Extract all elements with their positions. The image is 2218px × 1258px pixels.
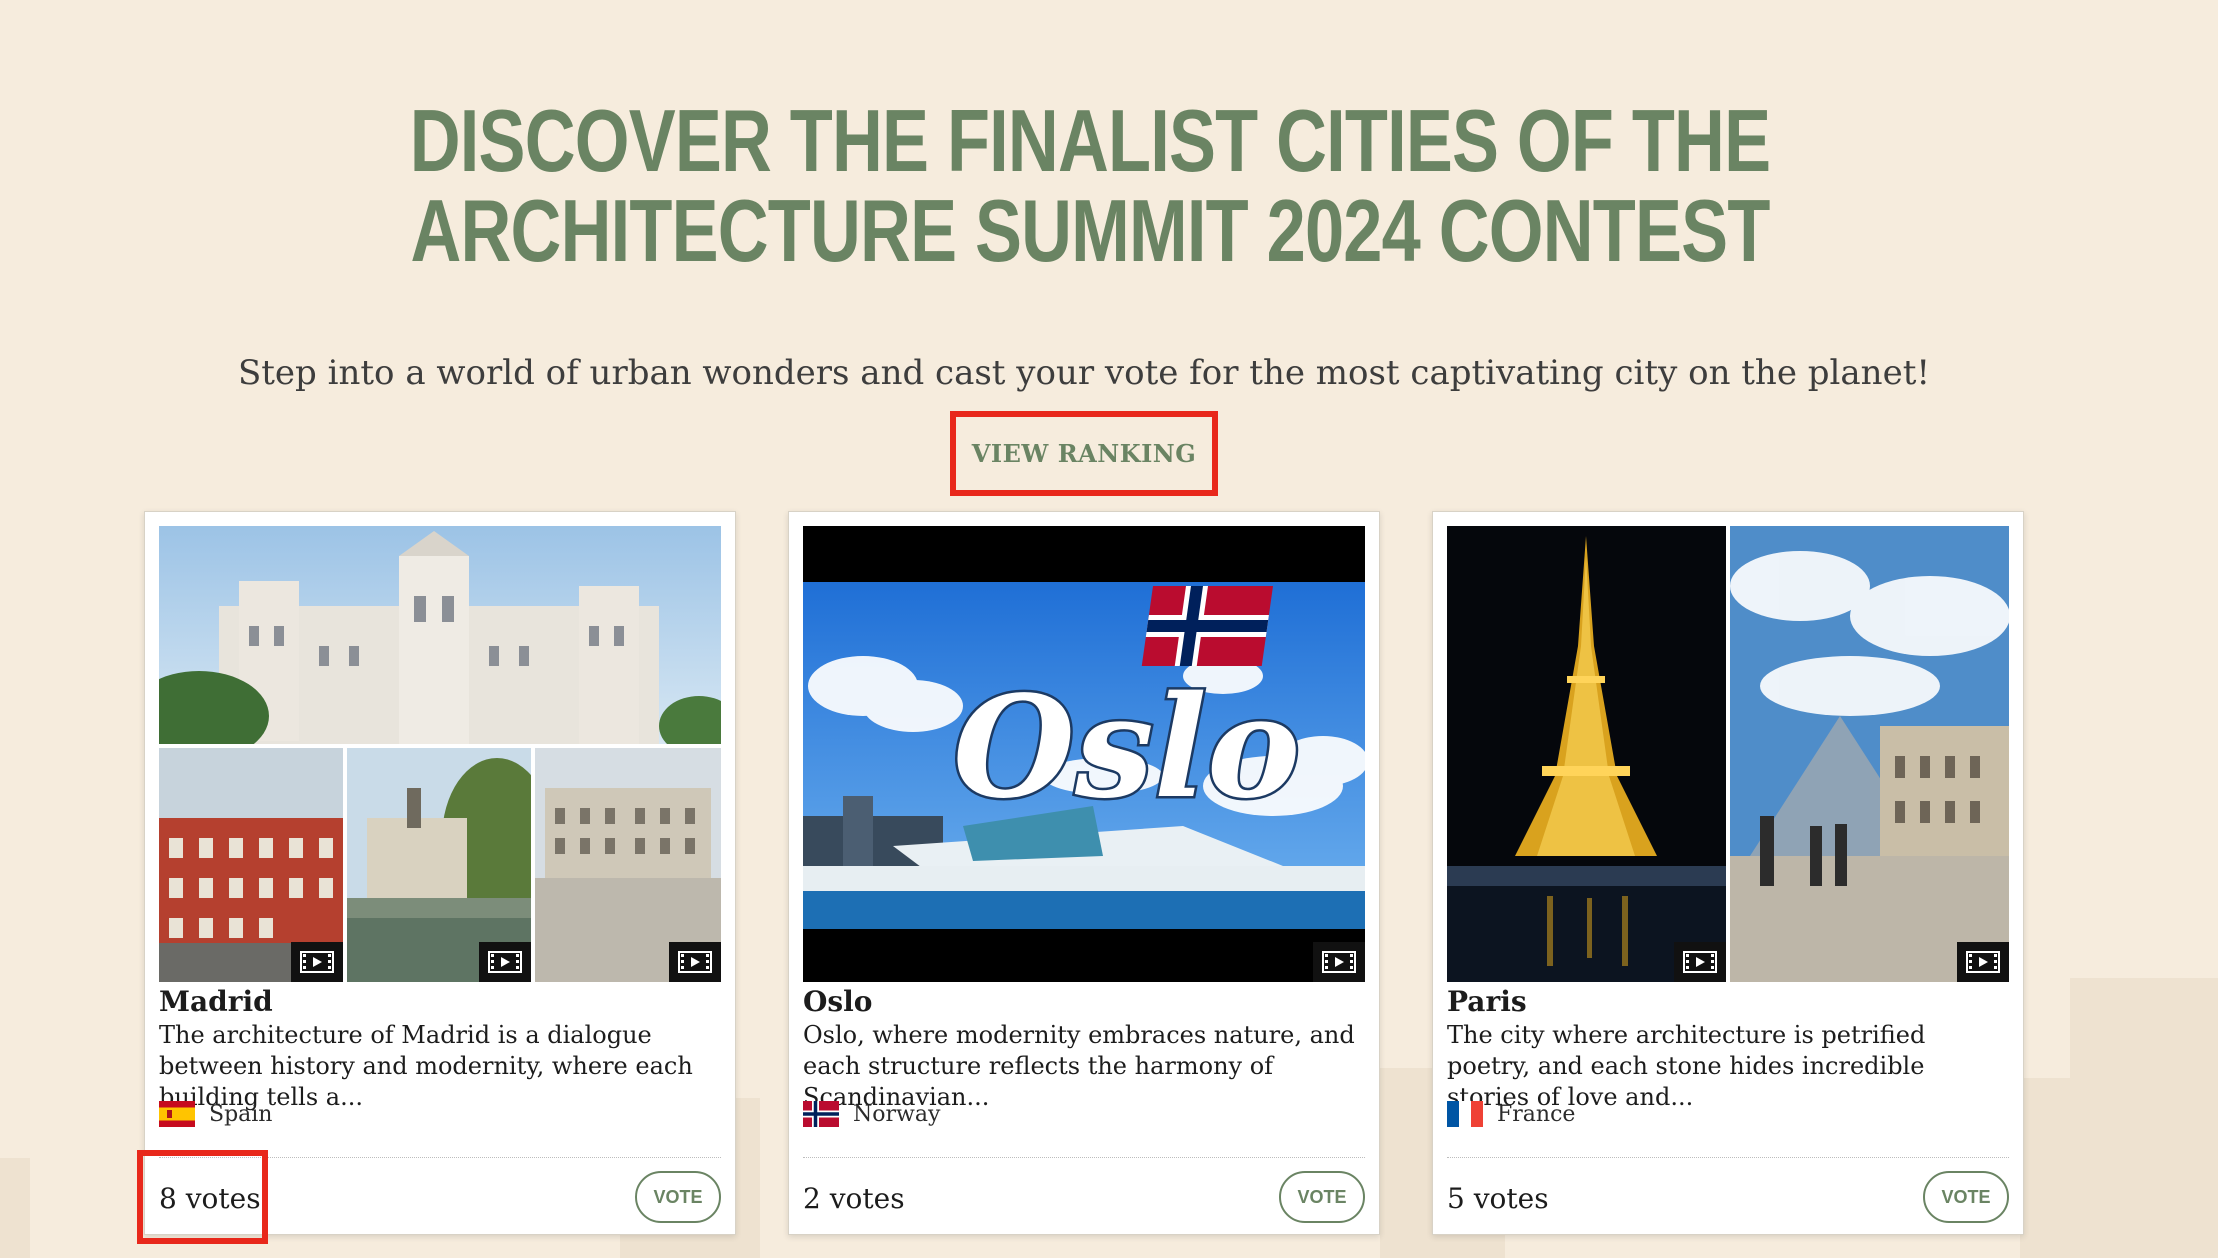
country-name: Spain xyxy=(209,1101,273,1127)
paris-photo-louvre[interactable] xyxy=(1730,526,2009,982)
video-icon[interactable] xyxy=(1313,942,1365,982)
divider xyxy=(803,1157,1365,1158)
video-icon[interactable] xyxy=(291,942,343,982)
country-name: France xyxy=(1497,1101,1576,1127)
madrid-photo-royal-palace[interactable] xyxy=(535,748,721,982)
vote-button[interactable]: VOTE xyxy=(635,1171,721,1223)
city-name[interactable]: Paris xyxy=(1447,982,1527,1022)
paris-photo-eiffel[interactable] xyxy=(1447,526,1726,982)
country-name: Norway xyxy=(853,1101,941,1127)
page-subtitle: Step into a world of urban wonders and c… xyxy=(237,353,1931,393)
country-row: France xyxy=(1447,1099,1575,1129)
video-icon[interactable] xyxy=(1957,942,2009,982)
country-row: Spain xyxy=(159,1099,272,1129)
video-icon[interactable] xyxy=(479,942,531,982)
norway-flag-icon xyxy=(803,1101,839,1127)
madrid-media-gallery[interactable] xyxy=(159,526,721,982)
city-name[interactable]: Oslo xyxy=(803,982,872,1022)
oslo-media-video[interactable]: Oslo xyxy=(803,526,1365,982)
video-icon[interactable] xyxy=(669,942,721,982)
paris-media-gallery[interactable] xyxy=(1447,526,2009,982)
vote-button[interactable]: VOTE xyxy=(1923,1171,2009,1223)
vote-count: 2 votes xyxy=(803,1182,905,1215)
madrid-photo-retiro[interactable] xyxy=(347,748,531,982)
page-title: DISCOVER THE FINALIST CITIES OF THE ARCH… xyxy=(409,91,1771,280)
vote-button[interactable]: VOTE xyxy=(1279,1171,1365,1223)
country-row: Norway xyxy=(803,1099,940,1129)
divider xyxy=(159,1157,721,1158)
vote-count: 5 votes xyxy=(1447,1182,1549,1215)
divider xyxy=(1447,1157,2009,1158)
city-card-madrid[interactable]: Madrid The architecture of Madrid is a d… xyxy=(144,511,736,1235)
city-card-paris[interactable]: Paris The city where architecture is pet… xyxy=(1432,511,2024,1235)
france-flag-icon xyxy=(1447,1101,1483,1127)
city-name[interactable]: Madrid xyxy=(159,982,273,1022)
madrid-photo-palace[interactable] xyxy=(159,526,721,744)
vote-count: 8 votes xyxy=(159,1182,261,1215)
madrid-photo-plaza-mayor[interactable] xyxy=(159,748,343,982)
video-icon[interactable] xyxy=(1674,942,1726,982)
city-card-oslo[interactable]: Oslo Oslo Oslo, where modernity embraces… xyxy=(788,511,1380,1235)
oslo-logo-text: Oslo xyxy=(953,666,1300,830)
view-ranking-button[interactable]: VIEW RANKING xyxy=(950,411,1218,496)
spain-flag-icon xyxy=(159,1101,195,1127)
